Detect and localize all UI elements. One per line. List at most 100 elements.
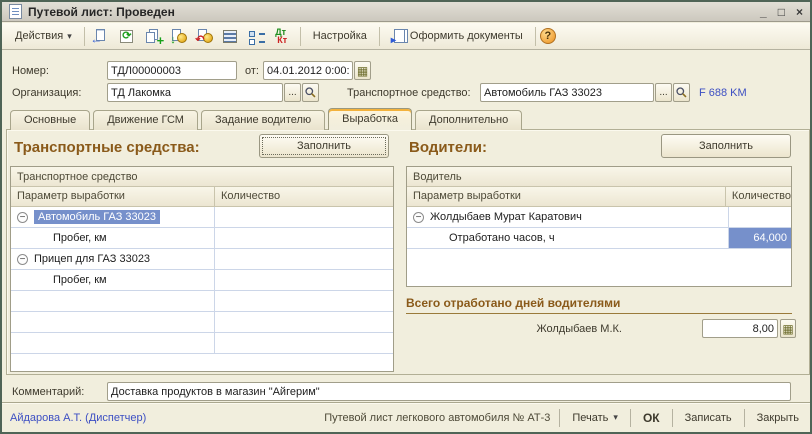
help-icon[interactable]: ? [540, 28, 556, 44]
save-button[interactable]: ← [89, 25, 114, 47]
chevron-down-icon: ▾ [613, 412, 618, 423]
minimize-button[interactable]: _ [760, 5, 767, 19]
document-type-text: Путевой лист легкового автомобиля № АТ-3 [324, 412, 550, 424]
calendar-icon: ▦ [357, 65, 368, 77]
vehicles-fill-button[interactable]: Заполнить [259, 134, 389, 158]
tab-1[interactable]: Основные [10, 110, 90, 130]
tab-3[interactable]: Задание водителю [201, 110, 325, 130]
status-bar: Айдарова А.Т. (Диспетчер) Путевой лист л… [2, 402, 810, 432]
group-label: Прицеп для ГАЗ 33023 [34, 253, 150, 265]
vehicles-section-title: Транспортные средства: [14, 139, 200, 156]
totals-driver-label: Жолдыбаев М.К. [472, 323, 622, 335]
totals-header: Всего отработано дней водителями [406, 296, 792, 314]
copy-add-icon: + [144, 28, 162, 45]
ok-button[interactable]: ОК [640, 409, 663, 427]
document-window: Путевой лист: Проведен _ □ × Действия ▾ … [0, 0, 812, 434]
magnifier-icon [304, 86, 317, 99]
table-row[interactable]: −Автомобиль ГАЗ 33023 [11, 207, 393, 228]
calendar-button[interactable]: ▦ [354, 61, 371, 80]
group-label: Жолдыбаев Мурат Каратович [430, 211, 582, 223]
chevron-down-icon: ▾ [67, 31, 72, 42]
statusbar-separator [630, 409, 631, 427]
tab-5[interactable]: Дополнительно [415, 110, 522, 130]
comment-input[interactable] [107, 382, 791, 401]
vehicles-table-group-header: Транспортное средство [11, 167, 393, 187]
vehicle-input[interactable] [480, 83, 654, 102]
table-row[interactable]: −Прицеп для ГАЗ 33023 [11, 249, 393, 270]
vehicle-search-button[interactable] [673, 83, 690, 102]
window-title: Путевой лист: Проведен [28, 5, 175, 19]
statusbar-separator [744, 409, 745, 427]
vehicle-ellipsis-button[interactable]: ... [655, 83, 672, 102]
tab-2[interactable]: Движение ГСМ [93, 110, 198, 130]
number-input[interactable] [107, 61, 237, 80]
vehicles-table[interactable]: Транспортное средство Параметр выработки… [10, 166, 394, 372]
toolbar-separator [84, 27, 85, 46]
create-documents-button[interactable]: Оформить документы [384, 25, 531, 48]
tree-collapse-icon[interactable]: − [413, 212, 424, 223]
organization-input[interactable] [107, 83, 283, 102]
drivers-fill-button[interactable]: Заполнить [661, 134, 791, 158]
date-input[interactable] [263, 61, 353, 80]
checklist-button[interactable] [245, 25, 270, 47]
vehicles-table-body: −Автомобиль ГАЗ 33023Пробег, км−Прицеп д… [11, 207, 393, 354]
actions-button[interactable]: Действия ▾ [7, 26, 80, 46]
refresh-icon: ⟳ [118, 28, 136, 45]
vehicle-label: Транспортное средство: [347, 87, 471, 99]
comment-label: Комментарий: [12, 386, 84, 398]
totals-days-input[interactable] [702, 319, 778, 338]
organization-ellipsis-button[interactable]: ... [284, 83, 301, 102]
magnifier-icon [675, 86, 688, 99]
settings-button[interactable]: Настройка [305, 26, 375, 46]
group-label: Автомобиль ГАЗ 33023 [34, 210, 160, 224]
qty-column-header: Количество [215, 187, 393, 206]
calculator-button[interactable]: ▦ [780, 319, 796, 338]
list-rows-icon [222, 28, 240, 45]
drivers-table[interactable]: Водитель Параметр выработки Количество −… [406, 166, 792, 287]
close-button[interactable]: × [796, 5, 803, 19]
table-row[interactable]: Отработано часов, ч 64,000 [407, 228, 791, 249]
unpost-document-button[interactable]: ↶ [193, 25, 218, 47]
table-row[interactable]: −Жолдыбаев Мурат Каратович [407, 207, 791, 228]
refresh-button[interactable]: ⟳ [115, 25, 140, 47]
ellipsis-icon: ... [659, 87, 667, 98]
save-record-button[interactable]: Записать [682, 410, 735, 426]
tab-4[interactable]: Выработка [328, 108, 412, 130]
print-button-label: Печать [572, 412, 608, 424]
list-rows-button[interactable] [219, 25, 244, 47]
title-bar: Путевой лист: Проведен _ □ × [2, 2, 810, 22]
actions-button-label: Действия [15, 30, 63, 42]
date-label: от: [245, 65, 259, 77]
post-document-button[interactable]: ↓ [167, 25, 192, 47]
toolbar-separator [379, 27, 380, 46]
table-row[interactable]: Пробег, км [11, 228, 393, 249]
copy-add-button[interactable]: + [141, 25, 166, 47]
tree-collapse-icon[interactable]: − [17, 254, 28, 265]
table-row[interactable]: Пробег, км [11, 270, 393, 291]
organization-label: Организация: [12, 87, 81, 99]
create-documents-icon [392, 29, 406, 44]
qty-cell [215, 228, 393, 248]
create-documents-label: Оформить документы [410, 30, 523, 42]
param-label: Отработано часов, ч [449, 232, 555, 244]
qty-cell: 64,000 [729, 228, 791, 248]
calculator-icon: ▦ [782, 323, 793, 335]
tree-collapse-icon[interactable]: − [17, 212, 28, 223]
param-label: Пробег, км [53, 232, 107, 244]
unpost-document-icon: ↶ [196, 28, 214, 45]
maximize-button[interactable]: □ [778, 5, 785, 19]
table-row[interactable] [11, 291, 393, 312]
param-label: Пробег, км [53, 274, 107, 286]
dtkt-entries-button[interactable]: ДтКт [271, 25, 296, 47]
organization-search-button[interactable] [302, 83, 319, 102]
close-form-button[interactable]: Закрыть [754, 410, 802, 426]
table-row[interactable] [11, 333, 393, 354]
print-button[interactable]: Печать ▾ [569, 410, 621, 426]
table-row[interactable] [11, 312, 393, 333]
number-label: Номер: [12, 65, 49, 77]
document-icon [9, 4, 22, 19]
toolbar-separator [535, 27, 536, 46]
user-status-text: Айдарова А.Т. (Диспетчер) [10, 412, 146, 424]
dtkt-entries-icon: ДтКт [274, 28, 292, 45]
statusbar-separator [559, 409, 560, 427]
